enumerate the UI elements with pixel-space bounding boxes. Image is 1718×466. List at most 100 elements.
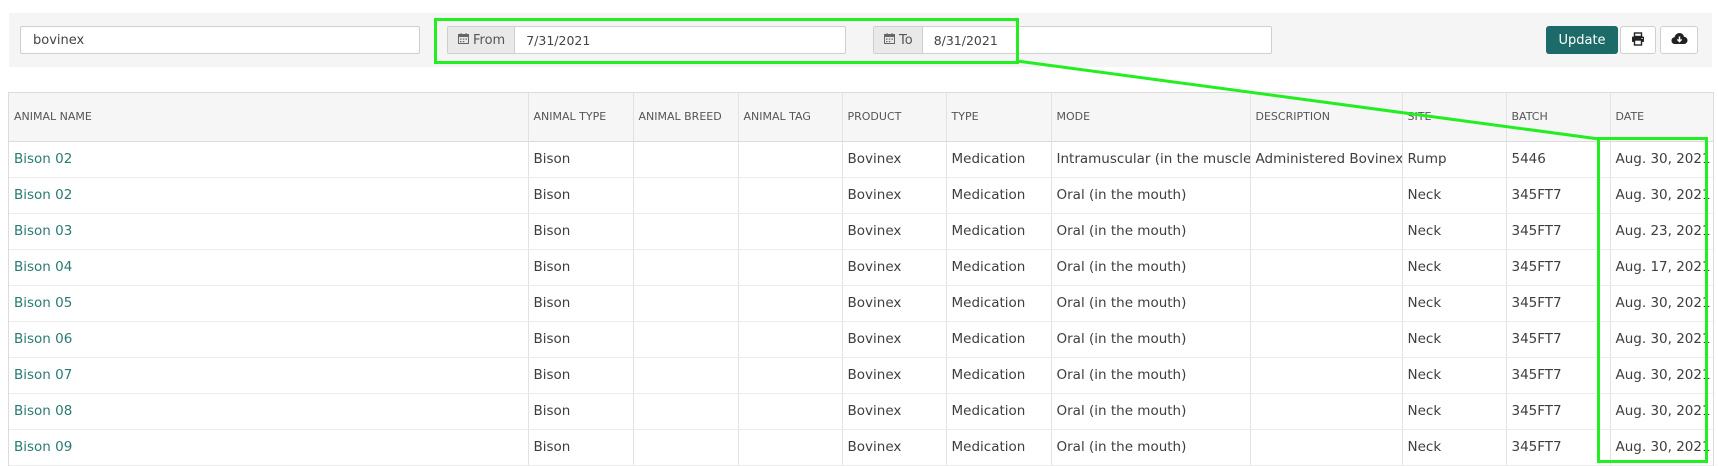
column-header-batch[interactable]: BATCH xyxy=(1506,93,1611,142)
print-icon xyxy=(1631,31,1645,49)
cell-animal-name[interactable]: Bison 05 xyxy=(9,285,529,322)
column-header-product[interactable]: PRODUCT xyxy=(842,93,947,142)
from-date-group: From xyxy=(447,26,846,54)
table-body: Bison 02 Bison Bovinex Medication Intramuscu… xyxy=(9,141,1713,466)
cell-site: Neck xyxy=(1402,213,1507,250)
to-date-input[interactable] xyxy=(922,27,1271,53)
column-header-type[interactable]: TYPE xyxy=(946,93,1052,142)
cell-date: Aug. 30, 2021 xyxy=(1610,357,1713,394)
cell-animal-type: Bison xyxy=(528,393,634,430)
table-row[interactable]: Bison 03 Bison Bovinex Medication Oral (in t… xyxy=(9,213,1713,250)
cell-site: Neck xyxy=(1402,285,1507,322)
from-label: From xyxy=(473,32,506,48)
cell-batch: 345FT7 xyxy=(1506,213,1611,250)
table-row[interactable]: Bison 04 Bison Bovinex Medication Oral (in t… xyxy=(9,249,1713,286)
cell-product: Bovinex xyxy=(842,177,947,214)
cell-animal-tag xyxy=(738,357,843,394)
cell-date: Aug. 17, 2021 xyxy=(1610,249,1713,286)
column-header-animal-type[interactable]: ANIMAL TYPE xyxy=(528,93,634,142)
table-row[interactable]: Bison 07 Bison Bovinex Medication Oral (in t… xyxy=(9,357,1713,394)
cell-animal-tag xyxy=(738,249,843,286)
download-button[interactable] xyxy=(1660,26,1698,54)
cell-description xyxy=(1250,177,1403,214)
cell-animal-name[interactable]: Bison 04 xyxy=(9,249,529,286)
cell-product: Bovinex xyxy=(842,285,947,322)
column-header-site[interactable]: SITE xyxy=(1402,93,1507,142)
cell-animal-tag xyxy=(738,285,843,322)
cell-animal-breed xyxy=(633,249,739,286)
cell-site: Rump xyxy=(1402,141,1507,178)
column-header-mode[interactable]: MODE xyxy=(1051,93,1251,142)
cell-batch: 345FT7 xyxy=(1506,429,1611,466)
cloud-download-icon xyxy=(1671,32,1688,48)
column-header-animal-name[interactable]: ANIMAL NAME xyxy=(9,93,529,142)
table-row[interactable]: Bison 02 Bison Bovinex Medication Oral (in t… xyxy=(9,177,1713,214)
cell-animal-type: Bison xyxy=(528,357,634,394)
cell-animal-tag xyxy=(738,177,843,214)
column-header-description[interactable]: DESCRIPTION xyxy=(1250,93,1403,142)
cell-date: Aug. 30, 2021 xyxy=(1610,285,1713,322)
cell-batch: 345FT7 xyxy=(1506,285,1611,322)
cell-animal-breed xyxy=(633,177,739,214)
table-row[interactable]: Bison 09 Bison Bovinex Medication Oral (in t… xyxy=(9,429,1713,466)
column-header-animal-breed[interactable]: ANIMAL BREED xyxy=(633,93,739,142)
table-row[interactable]: Bison 06 Bison Bovinex Medication Oral (in t… xyxy=(9,321,1713,358)
cell-animal-type: Bison xyxy=(528,321,634,358)
cell-site: Neck xyxy=(1402,357,1507,394)
cell-description xyxy=(1250,213,1403,250)
cell-type: Medication xyxy=(946,177,1052,214)
cell-animal-type: Bison xyxy=(528,141,634,178)
cell-animal-name[interactable]: Bison 08 xyxy=(9,393,529,430)
cell-animal-type: Bison xyxy=(528,213,634,250)
cell-animal-name[interactable]: Bison 09 xyxy=(9,429,529,466)
cell-date: Aug. 30, 2021 xyxy=(1610,177,1713,214)
search-input[interactable] xyxy=(20,26,420,54)
to-date-group: To xyxy=(873,26,1272,54)
treatment-table: ANIMAL NAME ANIMAL TYPE ANIMAL BREED ANI… xyxy=(8,92,1714,466)
cell-animal-tag xyxy=(738,321,843,358)
cell-animal-tag xyxy=(738,213,843,250)
cell-mode: Oral (in the mouth) xyxy=(1051,429,1251,466)
cell-animal-breed xyxy=(633,141,739,178)
cell-date: Aug. 23, 2021 xyxy=(1610,213,1713,250)
from-addon: From xyxy=(448,27,516,53)
cell-animal-breed xyxy=(633,285,739,322)
cell-mode: Oral (in the mouth) xyxy=(1051,213,1251,250)
column-header-animal-tag[interactable]: ANIMAL TAG xyxy=(738,93,843,142)
cell-product: Bovinex xyxy=(842,213,947,250)
cell-mode: Oral (in the mouth) xyxy=(1051,285,1251,322)
cell-mode: Oral (in the mouth) xyxy=(1051,321,1251,358)
from-date-input[interactable] xyxy=(515,27,845,53)
cell-type: Medication xyxy=(946,321,1052,358)
cell-batch: 345FT7 xyxy=(1506,393,1611,430)
cell-mode: Intramuscular (in the muscle) xyxy=(1051,141,1251,178)
cell-date: Aug. 30, 2021 xyxy=(1610,141,1713,178)
column-header-date[interactable]: DATE xyxy=(1610,93,1713,142)
cell-product: Bovinex xyxy=(842,393,947,430)
cell-type: Medication xyxy=(946,393,1052,430)
cell-date: Aug. 30, 2021 xyxy=(1610,321,1713,358)
cell-description: Administered Bovinex xyxy=(1250,141,1403,178)
cell-animal-name[interactable]: Bison 06 xyxy=(9,321,529,358)
print-button[interactable] xyxy=(1620,26,1656,54)
cell-animal-tag xyxy=(738,141,843,178)
update-button[interactable]: Update xyxy=(1546,26,1618,54)
cell-animal-name[interactable]: Bison 03 xyxy=(9,213,529,250)
calendar-icon xyxy=(884,32,895,48)
cell-description xyxy=(1250,285,1403,322)
table-row[interactable]: Bison 02 Bison Bovinex Medication Intramuscu… xyxy=(9,141,1713,178)
table-row[interactable]: Bison 05 Bison Bovinex Medication Oral (in t… xyxy=(9,285,1713,322)
cell-type: Medication xyxy=(946,429,1052,466)
table-row[interactable]: Bison 08 Bison Bovinex Medication Oral (in t… xyxy=(9,393,1713,430)
cell-product: Bovinex xyxy=(842,357,947,394)
cell-animal-type: Bison xyxy=(528,177,634,214)
cell-batch: 345FT7 xyxy=(1506,357,1611,394)
cell-site: Neck xyxy=(1402,429,1507,466)
cell-animal-name[interactable]: Bison 07 xyxy=(9,357,529,394)
cell-animal-name[interactable]: Bison 02 xyxy=(9,141,529,178)
cell-mode: Oral (in the mouth) xyxy=(1051,249,1251,286)
cell-animal-name[interactable]: Bison 02 xyxy=(9,177,529,214)
to-addon: To xyxy=(874,27,923,53)
cell-batch: 345FT7 xyxy=(1506,177,1611,214)
cell-mode: Oral (in the mouth) xyxy=(1051,357,1251,394)
